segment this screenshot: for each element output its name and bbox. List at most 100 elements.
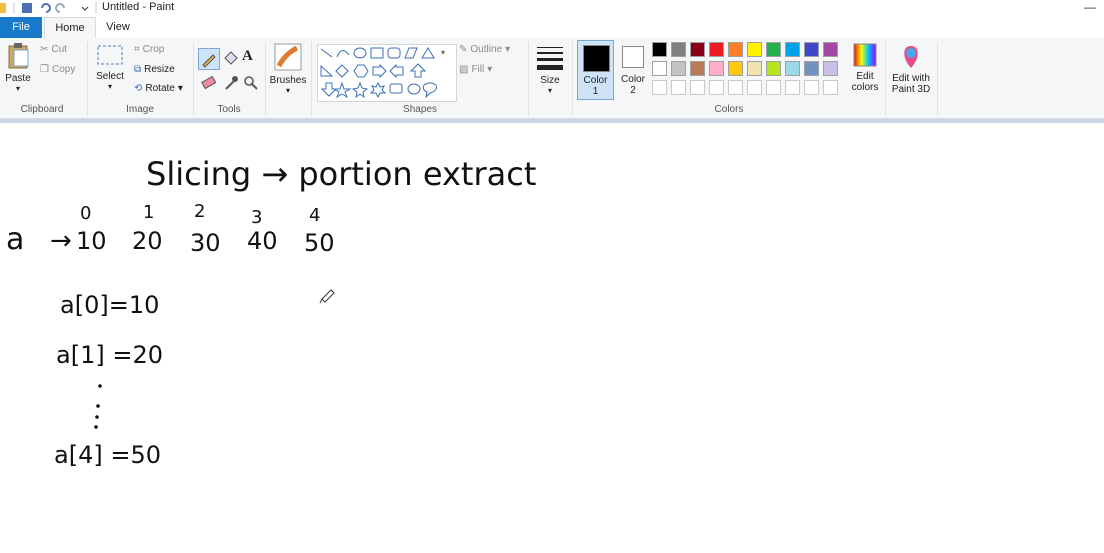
pencil-tool[interactable] [198,48,220,70]
palette-swatch[interactable] [652,61,667,76]
index-2: 2 [194,201,205,222]
drawing-canvas[interactable]: Slicing → portion extract 0 1 2 3 4 a → … [0,123,1104,550]
magnifier-icon [244,76,258,90]
palette-swatch[interactable] [709,61,724,76]
palette-swatch[interactable] [823,61,838,76]
paint3d-line1: Edit with [892,73,930,84]
select-label: Select [96,71,124,82]
select-button[interactable]: Select ▾ [94,44,126,91]
color2-button[interactable]: Color 2 [616,40,650,100]
palette-custom-slot[interactable] [671,80,686,95]
palette-custom-slot[interactable] [766,80,781,95]
resize-label: Resize [144,64,175,75]
palette-swatch[interactable] [785,61,800,76]
crop-label: Crop [142,44,165,55]
rotate-dropdown-icon[interactable]: ▾ [178,83,183,94]
color2-swatch [622,46,644,68]
palette-swatch[interactable] [804,42,819,57]
crop-icon: ⌗ [134,44,140,55]
shapes-group-label: Shapes [403,104,437,115]
tools-group-label: Tools [217,104,241,115]
size-button[interactable]: Size ▾ [532,44,568,95]
value-10: 10 [76,227,107,255]
palette-custom-slot[interactable] [728,80,743,95]
palette-swatch[interactable] [728,42,743,57]
palette-swatch[interactable] [766,61,781,76]
quick-access-toolbar [0,1,100,15]
window-title: Untitled - Paint [102,1,175,13]
rotate-button[interactable]: ⟲ Rotate ▾ [134,83,183,94]
palette-swatch[interactable] [652,42,667,57]
palette-swatch[interactable] [804,61,819,76]
rotate-icon: ⟲ [134,83,143,94]
palette-swatch[interactable] [709,42,724,57]
palette-swatch[interactable] [671,61,686,76]
palette-custom-slot[interactable] [690,80,705,95]
brushes-dropdown-icon[interactable]: ▾ [268,86,308,95]
tab-file[interactable]: File [0,17,42,38]
cut-button[interactable]: ✂ Cut [40,44,67,55]
undo-icon[interactable] [41,3,51,13]
copy-label: Copy [51,64,76,75]
crop-button[interactable]: ⌗ Crop [134,44,164,55]
text-tool[interactable]: A [242,48,253,65]
palette-swatch[interactable] [785,42,800,57]
fill-icon: ▧ [459,64,469,75]
palette-swatch[interactable] [747,61,762,76]
fill-tool[interactable] [222,48,240,68]
paste-button[interactable]: Paste ▾ [4,42,32,93]
color-picker-tool[interactable] [222,74,240,92]
palette-swatch[interactable] [766,42,781,57]
shapes-gallery[interactable] [317,44,457,102]
heading-text: Slicing → portion extract [146,155,536,193]
color2-label: Color [621,74,645,85]
eraser-tool[interactable] [200,74,218,92]
fill-button[interactable]: ▧ Fill ▾ [459,64,492,75]
brush-icon [274,43,302,71]
select-dropdown-icon[interactable]: ▾ [94,82,126,91]
palette-swatch[interactable] [747,42,762,57]
paste-dropdown-icon[interactable]: ▾ [4,84,32,93]
image-group-label: Image [126,104,154,115]
rotate-label: Rotate [145,83,175,94]
copy-button[interactable]: ❐ Copy [40,64,75,75]
edit-with-paint3d-button[interactable]: Edit with Paint 3D [888,42,934,95]
line-a4: a[4] =50 [54,441,161,469]
save-icon[interactable] [22,3,32,13]
palette-swatch[interactable] [690,61,705,76]
edit-colors-line2: colors [851,82,879,93]
array-arrow: → [50,226,72,256]
palette-custom-slot[interactable] [785,80,800,95]
minimize-button[interactable]: — [1084,0,1096,14]
magnifier-tool[interactable] [242,74,260,92]
palette-custom-slot[interactable] [823,80,838,95]
palette-swatch[interactable] [671,42,686,57]
palette-swatch[interactable] [690,42,705,57]
palette-swatch[interactable] [728,61,743,76]
tab-home[interactable]: Home [44,17,96,39]
palette-custom-slot[interactable] [709,80,724,95]
app-icon [0,3,6,13]
color2-number: 2 [630,85,636,96]
palette-custom-slot[interactable] [804,80,819,95]
resize-icon: ⧉ [134,64,142,75]
size-dropdown-icon[interactable]: ▾ [532,86,568,95]
index-3: 3 [251,207,262,228]
palette-swatch[interactable] [823,42,838,57]
outline-button[interactable]: ✎ Outline ▾ [459,44,510,55]
value-30: 30 [190,229,221,257]
paste-label: Paste [5,73,31,84]
value-20: 20 [132,227,163,255]
brushes-button[interactable]: Brushes ▾ [268,42,308,95]
color1-button[interactable]: Color 1 [577,40,614,100]
palette-custom-slot[interactable] [747,80,762,95]
paint3d-line2: Paint 3D [891,84,931,95]
customize-dropdown-icon[interactable] [81,6,89,11]
resize-button[interactable]: ⧉ Resize [134,64,175,75]
edit-colors-button[interactable]: Edit colors [845,42,885,93]
palette-custom-slot[interactable] [652,80,667,95]
tab-view[interactable]: View [100,17,136,38]
title-bar: Untitled - Paint — [0,0,1104,16]
shapes-scroll-down-icon[interactable]: ▾ [441,48,445,57]
redo-icon[interactable] [55,3,65,13]
